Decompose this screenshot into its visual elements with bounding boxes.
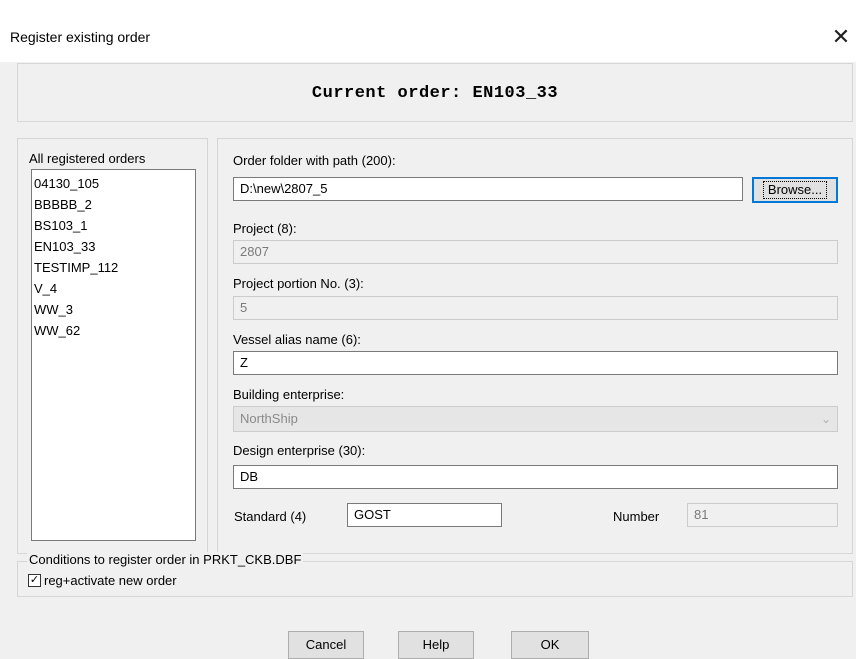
- orders-list[interactable]: 04130_105 BBBBB_2 BS103_1 EN103_33 TESTI…: [31, 169, 196, 541]
- building-enterprise-label: Building enterprise:: [233, 387, 345, 402]
- vessel-alias-input[interactable]: Z: [233, 351, 838, 375]
- list-item[interactable]: WW_3: [34, 299, 195, 320]
- building-enterprise-value: NorthShip: [240, 411, 298, 426]
- design-enterprise-label: Design enterprise (30):: [233, 443, 366, 458]
- project-portion-field: 5: [233, 296, 838, 320]
- reg-activate-label: reg+activate new order: [44, 573, 177, 588]
- orders-panel: All registered orders 04130_105 BBBBB_2 …: [17, 138, 208, 554]
- project-label: Project (8):: [233, 221, 297, 236]
- order-fields-panel: Order folder with path (200): D:\new\280…: [217, 138, 853, 554]
- design-enterprise-input[interactable]: DB: [233, 465, 838, 489]
- folder-path-input[interactable]: D:\new\2807_5: [233, 177, 743, 201]
- list-item[interactable]: WW_62: [34, 320, 195, 341]
- window-title: Register existing order: [10, 29, 151, 45]
- current-order-banner: Current order: EN103_33: [17, 63, 853, 122]
- folder-label: Order folder with path (200):: [233, 153, 396, 168]
- browse-button-label: Browse...: [762, 181, 828, 199]
- orders-list-label: All registered orders: [29, 151, 146, 166]
- current-order-text: Current order: EN103_33: [311, 84, 559, 103]
- cancel-button[interactable]: Cancel: [288, 631, 364, 659]
- ok-button[interactable]: OK: [511, 631, 589, 659]
- list-item[interactable]: TESTIMP_112: [34, 257, 195, 278]
- project-field: 2807: [233, 240, 838, 264]
- list-item[interactable]: EN103_33: [34, 236, 195, 257]
- conditions-group: Conditions to register order in PRKT_CKB…: [17, 552, 853, 597]
- checkbox-check-icon[interactable]: ✓: [28, 574, 41, 587]
- reg-activate-checkbox[interactable]: ✓ reg+activate new order: [28, 573, 177, 588]
- title-bar: Register existing order ✕: [0, 0, 856, 62]
- list-item[interactable]: BBBBB_2: [34, 194, 195, 215]
- project-portion-label: Project portion No. (3):: [233, 276, 364, 291]
- building-enterprise-select: NorthShip ⌄: [233, 406, 838, 432]
- browse-button[interactable]: Browse...: [752, 177, 838, 203]
- number-label: Number: [613, 509, 660, 524]
- vessel-alias-label: Vessel alias name (6):: [233, 332, 361, 347]
- list-item[interactable]: V_4: [34, 278, 195, 299]
- standard-label: Standard (4): [234, 509, 307, 524]
- list-item[interactable]: 04130_105: [34, 173, 195, 194]
- help-button[interactable]: Help: [398, 631, 474, 659]
- close-icon[interactable]: ✕: [826, 22, 856, 52]
- list-item[interactable]: BS103_1: [34, 215, 195, 236]
- chevron-down-icon: ⌄: [820, 412, 831, 426]
- standard-input[interactable]: GOST: [347, 503, 502, 527]
- number-field: 81: [687, 503, 838, 527]
- conditions-legend: Conditions to register order in PRKT_CKB…: [27, 552, 304, 567]
